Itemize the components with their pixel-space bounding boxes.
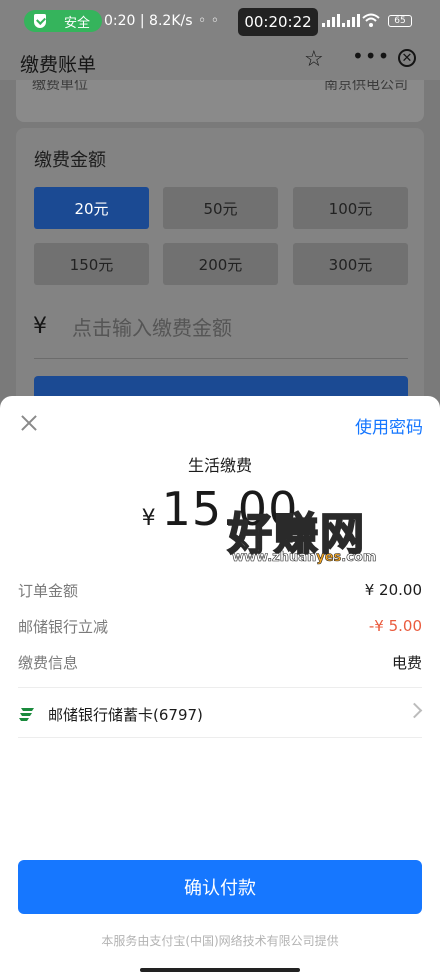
amount-title: 缴费金额 [34,150,106,171]
row-value: ¥ 20.00 [364,581,422,599]
amount-option-20[interactable]: 20元 [34,187,149,229]
amount-option-150[interactable]: 150元 [34,243,149,285]
currency-symbol: ¥ [141,506,156,531]
notification-dots: ◦ ◦ [198,13,219,29]
security-pill[interactable]: 安全 [24,10,102,32]
home-indicator[interactable] [140,968,300,972]
yuan-sign: ¥ [33,314,47,339]
payment-info-row: 缴费信息 电费 [18,649,422,675]
row-value: 电费 [391,653,422,672]
payment-method-row[interactable]: 邮储银行储蓄卡(6797) [18,696,423,732]
nav-bar: 缴费账单 ☆ ••• ✕ [0,44,440,80]
battery-icon: 65 [388,15,412,27]
amount-option-50[interactable]: 50元 [163,187,278,229]
row-label: 缴费信息 [18,653,79,672]
status-bar: 安全 0:20 | 8.2K/s ◦ ◦ 00:20:22 65 [0,0,440,44]
signal-icon-2 [342,14,360,27]
chevron-right-icon [406,702,423,719]
more-icon[interactable]: ••• [352,44,390,68]
star-icon[interactable]: ☆ [304,47,324,72]
discount-row: 邮储银行立减 -¥ 5.00 [18,613,422,639]
amount-option-300[interactable]: 300元 [293,243,408,285]
use-password-link[interactable]: 使用密码 [355,413,423,438]
battery-level: 65 [394,16,406,26]
security-label: 安全 [64,15,91,31]
custom-amount-input[interactable] [70,312,404,344]
close-circle-icon[interactable]: ✕ [398,49,416,67]
row-label: 邮储银行立减 [18,617,109,636]
info-card: 缴费单位 南京供电公司 [16,80,424,122]
row-label: 订单金额 [18,581,79,600]
pay-amount-value: 15.00 [161,482,299,536]
page-title: 缴费账单 [20,54,97,76]
payee-label: 缴费单位 [32,80,88,93]
network-speed: 0:20 | 8.2K/s [104,13,193,29]
pay-amount: ¥ 15.00 [0,482,440,536]
service-note: 本服务由支付宝(中国)网络技术有限公司提供 [101,934,339,948]
divider [34,358,408,359]
card-name: 邮储银行储蓄卡(6797) [48,705,203,724]
confirm-pay-button[interactable]: 确认付款 [18,860,422,914]
shield-icon [34,14,46,28]
divider [18,737,422,738]
signal-icon [322,14,340,27]
payment-sheet: 使用密码 生活缴费 ¥ 15.00 订单金额 ¥ 20.00 邮储银行立减 -¥… [0,396,440,978]
divider [18,687,422,688]
status-time: 00:20:22 [238,8,318,36]
amount-option-200[interactable]: 200元 [163,243,278,285]
sheet-title: 生活缴费 [187,456,252,475]
payee-value: 南京供电公司 [324,80,408,93]
order-amount-row: 订单金额 ¥ 20.00 [18,577,422,603]
close-icon[interactable] [20,414,38,432]
amount-option-100[interactable]: 100元 [293,187,408,229]
postal-bank-icon [19,708,34,721]
row-value: -¥ 5.00 [368,617,422,635]
wifi-icon [362,13,380,27]
